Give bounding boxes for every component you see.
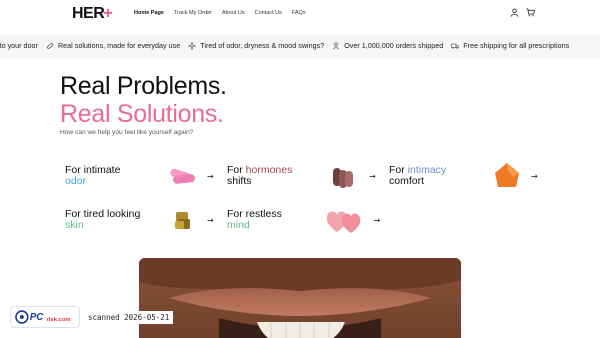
announcement-item: Over 1,000,000 orders shipped [332,41,443,50]
main-nav: Home Page Track My Order About Us Contac… [134,10,306,16]
account-icon[interactable] [510,8,519,17]
pink-heart-gummy-icon [323,205,367,235]
announcement-text: Over 1,000,000 orders shipped [344,41,444,50]
site-header: HER+ Home Page Track My Order About Us C… [0,0,600,30]
category-label: For intimate odor [65,165,165,187]
announcement-item: Real solutions, made for everyday use [46,41,180,50]
category-highlight: odor [65,175,87,187]
pcrisk-logo: PC risk.com [10,306,80,328]
nav-track-my-order[interactable]: Track My Order [174,10,212,16]
hero-heading-problems: Real Problems. [60,72,227,100]
nav-contact-us[interactable]: Contact Us [255,10,282,16]
hero-heading-solutions: Real Solutions. [60,100,224,128]
category-highlight: skin [65,219,84,231]
announcement-text: Real solutions, made for everyday use [57,41,181,50]
pill-icon [46,42,54,50]
category-suffix: comfort [389,175,425,187]
category-card-mind[interactable]: For restless mind → [227,202,387,238]
svg-text:risk.com: risk.com [46,317,70,323]
arrow-right-icon: → [373,215,381,225]
truck-icon [451,42,460,50]
gold-gummy-icon [165,205,201,235]
cart-icon[interactable] [526,8,535,17]
category-label: For intimacy comfort [389,165,489,187]
nav-faqs[interactable]: FAQs [292,10,306,16]
scan-stamp: scanned 2026-05-21 [84,310,174,324]
pink-capsule-icon [165,161,201,191]
category-card-hormones[interactable]: For hormones shifts → [227,158,387,194]
category-card-odor[interactable]: For intimate odor → [65,158,225,194]
pcrisk-watermark: PC risk.com scanned 2026-05-21 [10,306,174,328]
category-label: For tired looking skin [65,209,165,231]
arrow-right-icon: → [207,215,214,225]
arrow-right-icon: → [531,171,538,181]
header-actions [510,8,535,17]
category-suffix: shifts [227,175,252,187]
announcement-item: Tired of odor, dryness & mood swings? [188,41,324,50]
hero-image [139,258,461,338]
svg-text:PC: PC [30,312,45,323]
nav-home-page[interactable]: Home Page [134,10,164,16]
sparkle-icon [188,41,197,50]
announcement-bar: y to your door Real solutions, made for … [0,34,600,58]
category-label: For hormones shifts [227,165,327,187]
her-logo[interactable]: HER+ [72,5,113,23]
arrow-right-icon: → [207,171,214,181]
person-icon [332,42,340,50]
orange-gummy-icon [489,161,525,191]
announcement-item: y to your door [0,41,38,50]
announcement-text: Tired of odor, dryness & mood swings? [200,41,325,50]
category-card-skin[interactable]: For tired looking skin → [65,202,225,238]
arrow-right-icon: → [369,171,376,181]
category-highlight: hormones [245,164,293,176]
category-highlight: mind [227,219,250,231]
brown-capsule-icon [327,161,363,191]
announcement-text: y to your door [0,41,38,50]
nav-about-us[interactable]: About Us [222,10,245,16]
category-label: For restless mind [227,209,323,231]
announcement-text: Free shipping for all prescriptions [463,41,570,50]
hero-subtitle: How can we help you feel like yourself a… [60,129,194,136]
announcement-item: Free shipping for all prescriptions [451,41,569,50]
category-card-intimacy[interactable]: For intimacy comfort → [389,158,549,194]
